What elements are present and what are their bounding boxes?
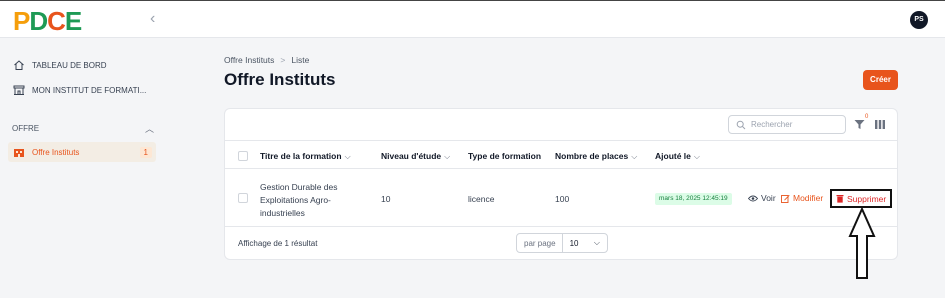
sidebar-item-offre-instituts[interactable]: Offre Instituts 1 — [8, 142, 156, 162]
per-page-value: 10 — [569, 238, 579, 248]
search-icon — [736, 120, 746, 129]
sidebar-item-dashboard[interactable]: TABLEAU DE BORD — [8, 55, 158, 75]
chevron-down-icon: ⌵ — [631, 152, 638, 161]
columns-icon[interactable] — [875, 120, 885, 129]
logo-letter-p: P — [13, 6, 30, 36]
filter-icon[interactable] — [854, 119, 865, 130]
cell-places: 100 — [555, 194, 570, 204]
create-button[interactable]: Créer — [863, 70, 898, 90]
column-header-label: Type de formation — [468, 151, 542, 161]
sidebar-item-label: Offre Instituts — [32, 147, 80, 157]
column-header-title[interactable]: Titre de la formation ⌵ — [260, 151, 351, 162]
chevron-up-icon: ︿ — [144, 123, 154, 134]
annotation-arrow-icon — [848, 208, 876, 279]
chevron-down-icon: ⌵ — [593, 238, 600, 247]
chevron-down-icon: ⌵ — [344, 152, 351, 161]
sidebar-section-offre[interactable]: OFFRE ︿ — [12, 122, 154, 134]
user-avatar[interactable]: PS — [910, 11, 928, 29]
sidebar: TABLEAU DE BORD MON INSTITUT DE FORMATI.… — [0, 39, 170, 298]
results-summary: Affichage de 1 résultat — [238, 239, 318, 248]
eye-icon — [748, 195, 758, 201]
table-row: Gestion Durable des Exploitations Agro- … — [225, 169, 897, 227]
row-checkbox[interactable] — [238, 193, 248, 203]
cell-title-line: Gestion Durable des — [260, 182, 338, 192]
column-header-label: Ajouté le — [655, 151, 691, 161]
per-page-select[interactable]: par page 10 ⌵ — [516, 233, 608, 253]
cell-title-line: industrielles — [260, 208, 305, 218]
breadcrumb-separator-icon: > — [280, 55, 286, 65]
sidebar-item-my-institute[interactable]: MON INSTITUT DE FORMATI... — [8, 80, 158, 100]
logo-letter-c: C — [47, 6, 66, 36]
cell-title: Gestion Durable des Exploitations Agro- … — [260, 181, 360, 220]
search-placeholder: Rechercher — [751, 120, 793, 129]
trash-icon — [836, 195, 844, 203]
sidebar-count-badge: 1 — [139, 147, 152, 158]
per-page-label: par page — [517, 234, 563, 252]
top-bar: PDCE ‹ PS — [0, 0, 945, 38]
table-header: Titre de la formation ⌵ Niveau d'étude ⌵ T… — [225, 140, 897, 169]
breadcrumb-current: Liste — [291, 55, 310, 65]
collapse-sidebar-chevron-icon[interactable]: ‹ — [150, 11, 164, 27]
search-input[interactable]: Rechercher — [728, 115, 846, 134]
filter-count-badge: 0 — [865, 114, 869, 120]
cell-level: 10 — [381, 194, 391, 204]
institution-icon — [12, 145, 26, 159]
cell-type: licence — [468, 194, 495, 204]
view-label: Voir — [761, 193, 776, 203]
chevron-down-icon: ⌵ — [693, 152, 700, 161]
select-all-checkbox[interactable] — [238, 151, 248, 161]
breadcrumb-root[interactable]: Offre Instituts — [224, 55, 274, 65]
sidebar-section-label: OFFRE — [12, 123, 40, 133]
delete-button[interactable]: Supprimer — [830, 189, 893, 208]
delete-label: Supprimer — [847, 193, 887, 204]
breadcrumb: Offre Instituts > Liste — [224, 55, 309, 65]
column-header-level[interactable]: Niveau d'étude ⌵ — [381, 151, 450, 162]
sidebar-item-label: TABLEAU DE BORD — [32, 60, 107, 70]
sidebar-item-label: MON INSTITUT DE FORMATI... — [32, 85, 147, 95]
view-button[interactable]: Voir — [748, 193, 776, 203]
column-header-places[interactable]: Nombre de places ⌵ — [555, 151, 637, 162]
pencil-icon — [781, 194, 790, 203]
column-header-label: Titre de la formation — [260, 151, 342, 161]
chevron-down-icon: ⌵ — [444, 152, 451, 161]
edit-button[interactable]: Modifier — [781, 193, 823, 203]
cell-title-line: Exploitations Agro- — [260, 195, 331, 205]
column-header-label: Niveau d'étude — [381, 151, 442, 161]
building-icon — [12, 83, 26, 97]
logo-letter-d: D — [29, 6, 48, 36]
cell-added-date-badge: mars 18, 2025 12:45:19 — [655, 193, 732, 205]
column-header-type: Type de formation — [468, 151, 541, 161]
pdce-logo[interactable]: PDCE — [13, 6, 82, 36]
column-header-label: Nombre de places — [555, 151, 629, 161]
table-card: Rechercher 0 Titre de la formation ⌵ Nive… — [224, 108, 898, 260]
page-title: Offre Instituts — [224, 70, 336, 89]
logo-letter-e: E — [64, 6, 82, 36]
home-icon — [12, 58, 26, 72]
column-header-added[interactable]: Ajouté le ⌵ — [655, 151, 700, 162]
edit-label: Modifier — [793, 193, 824, 203]
